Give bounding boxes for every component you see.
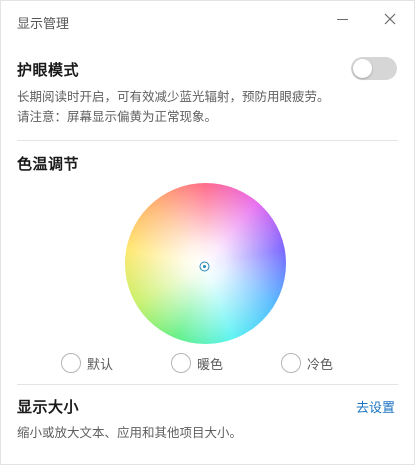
radio-label-default: 默认 [87,358,114,373]
radio-circle[interactable] [171,353,191,373]
title-bar: 显示管理 [1,1,414,41]
display-management-window: 显示管理 护眼模式 长期阅读时开启，可有效减少蓝光辐射，预防用眼疲劳。 请注意：… [0,0,415,465]
eye-protection-toggle[interactable] [351,57,397,80]
window-title: 显示管理 [17,17,70,32]
radio-circle[interactable] [281,353,301,373]
radio-label-cool: 冷色 [307,358,334,373]
radio-label-warm: 暖色 [197,358,224,373]
go-settings-link[interactable]: 去设置 [356,397,395,416]
eye-protection-title: 护眼模式 [17,61,80,79]
divider [17,384,398,385]
crosshair-icon [199,261,210,272]
color-temperature-title: 色温调节 [17,155,80,173]
radio-circle[interactable] [61,353,81,373]
minimize-button[interactable] [331,9,355,29]
display-size-title: 显示大小 [17,398,80,416]
close-icon [384,13,396,25]
eye-protection-description-line2: 请注意：屏幕显示偏黄为正常现象。 [17,109,218,124]
eye-protection-description-line1: 长期阅读时开启，可有效减少蓝光辐射，预防用眼疲劳。 [17,89,330,104]
toggle-knob [353,59,372,78]
divider [17,140,398,141]
close-button[interactable] [379,9,401,29]
color-wheel-marker[interactable] [199,257,210,272]
display-size-description: 缩小或放大文本、应用和其他项目大小。 [17,425,243,440]
